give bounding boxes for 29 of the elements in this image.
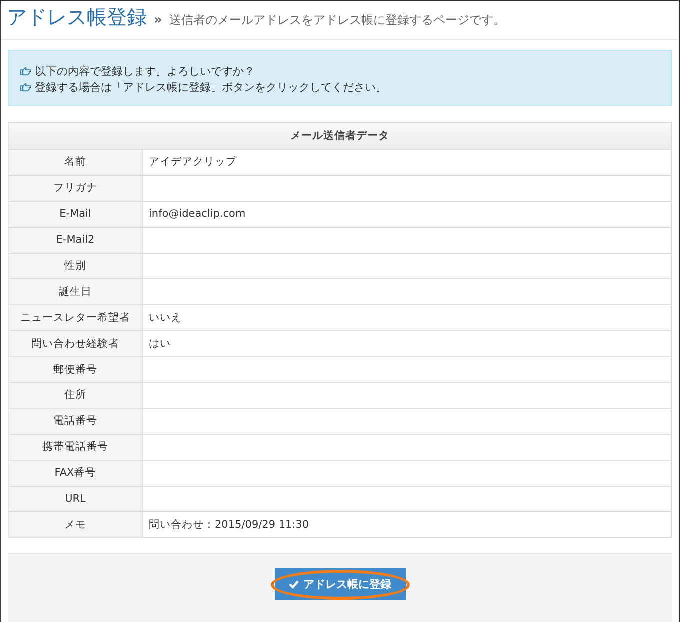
field-label: E-Mail [8,201,142,228]
notice-text: 以下の内容で登録します。よろしいですか？ [35,64,255,78]
checkmark-icon [288,580,298,589]
page-description: 送信者のメールアドレスをアドレス帳に登録するページです。 [169,12,506,29]
table-caption: メール送信者データ [8,122,672,150]
field-value: アイデアクリップ [142,150,672,176]
page-title: アドレス帳登録 [7,4,147,31]
field-label: FAX番号 [8,460,142,486]
field-value: info@ideaclip.com [142,201,672,228]
field-label: 住所 [8,382,142,408]
pointing-hand-icon [20,82,31,92]
field-label: ニュースレター希望者 [8,304,142,331]
pointing-hand-icon [20,66,31,76]
field-value: はい [142,330,672,357]
field-value: 問い合わせ：2015/09/29 11:30 [142,512,672,538]
field-value: いいえ [142,304,672,331]
notice-text: 登録する場合は「アドレス帳に登録」ボタンをクリックしてください。 [35,80,387,94]
field-label: 問い合わせ経験者 [8,330,142,357]
field-label: 名前 [8,150,142,176]
field-label: E-Mail2 [8,227,142,254]
field-label: 携帯電話番号 [8,434,142,460]
field-label: 誕生日 [8,278,142,305]
field-label: 電話番号 [8,408,142,434]
field-label: URL [8,486,142,512]
separator-icon: » [154,13,162,28]
field-label: 郵便番号 [8,356,142,383]
field-label: フリガナ [8,175,142,202]
field-label: 性別 [8,253,142,279]
field-label: メモ [8,512,142,538]
